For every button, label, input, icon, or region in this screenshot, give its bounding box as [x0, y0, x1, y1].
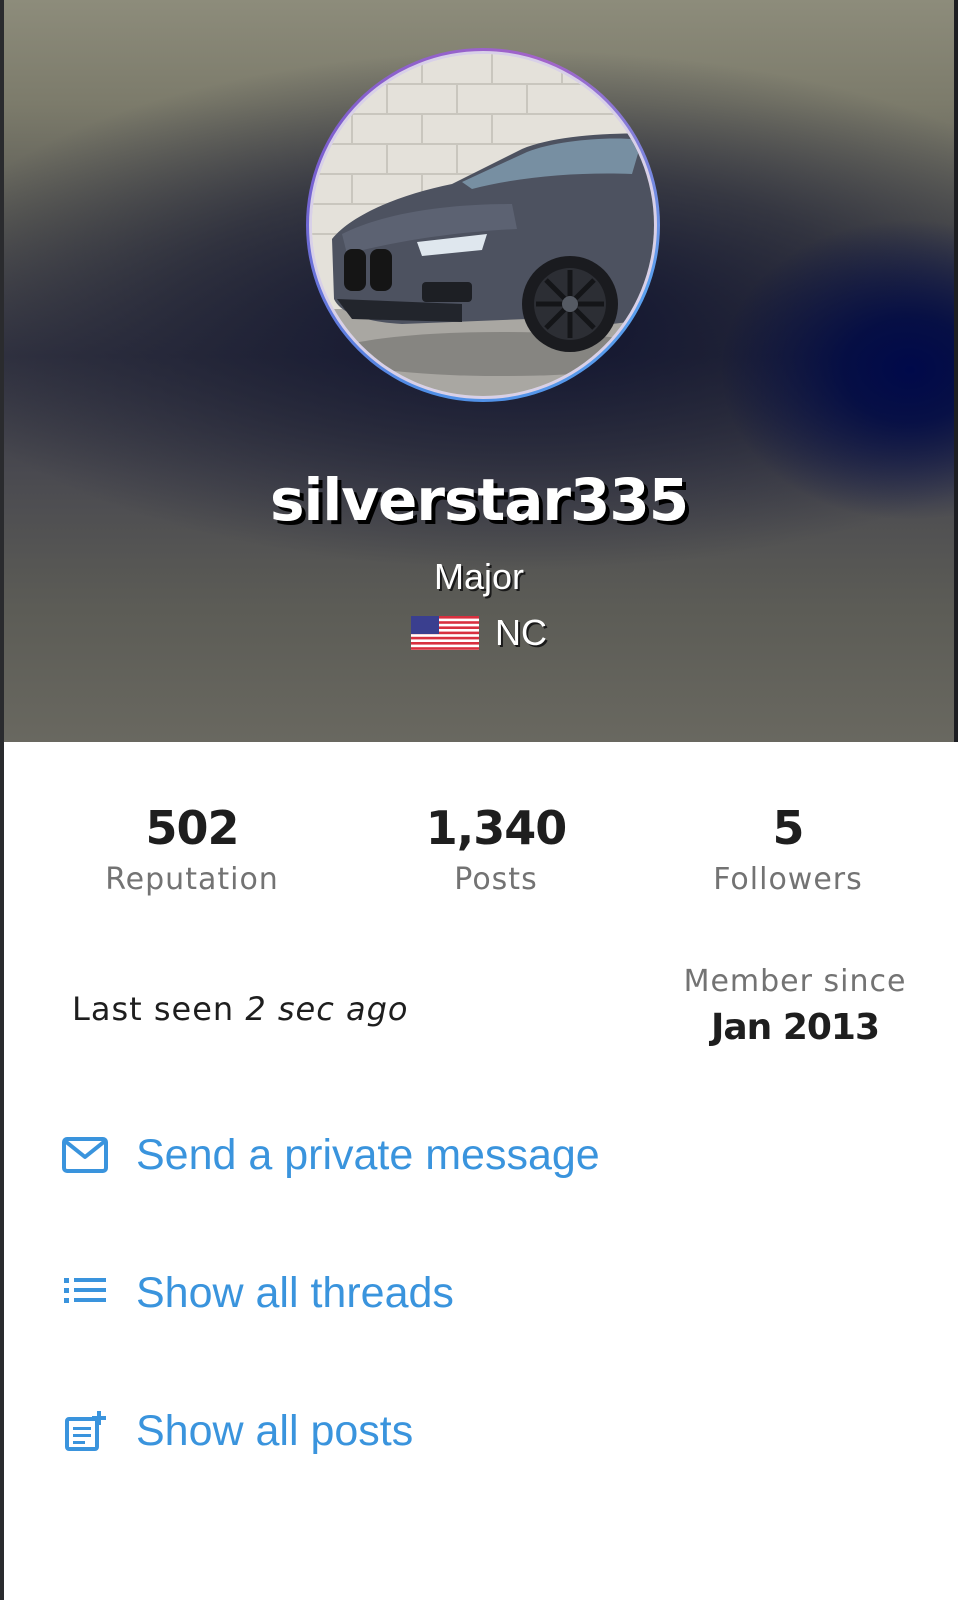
- profile-header: silverstar335 Major NC: [0, 0, 958, 742]
- send-message-label: Send a private message: [136, 1130, 600, 1179]
- show-threads-label: Show all threads: [136, 1268, 454, 1317]
- send-message-link[interactable]: Send a private message: [60, 1130, 600, 1180]
- stat-value: 502: [145, 801, 239, 855]
- stat-posts[interactable]: 1,340 Posts: [346, 800, 646, 902]
- stat-value: 1,340: [425, 801, 568, 855]
- member-since-date: Jan 2013: [710, 1007, 880, 1048]
- avatar-ring[interactable]: [306, 48, 660, 402]
- last-seen-label: Last seen: [72, 990, 235, 1028]
- car-avatar-image: [312, 54, 654, 396]
- stat-reputation[interactable]: 502 Reputation: [42, 800, 342, 902]
- profile-screen: silverstar335 Major NC 502 Reputation 1,…: [0, 0, 958, 1600]
- list-icon: [60, 1268, 110, 1318]
- stat-label: Reputation: [105, 862, 279, 897]
- location-text: NC: [495, 612, 547, 653]
- show-posts-label: Show all posts: [136, 1406, 414, 1455]
- stat-value: 5: [772, 801, 804, 855]
- posts-icon: [60, 1406, 110, 1456]
- avatar[interactable]: [309, 51, 657, 399]
- envelope-icon: [60, 1130, 110, 1180]
- member-since: Member since Jan 2013: [660, 964, 930, 1048]
- username: silverstar335: [269, 466, 689, 534]
- show-threads-link[interactable]: Show all threads: [60, 1268, 454, 1318]
- us-flag-icon: [411, 616, 479, 650]
- stat-label: Posts: [454, 862, 538, 897]
- left-edge: [0, 0, 4, 1600]
- right-edge: [954, 0, 958, 742]
- user-location: NC: [0, 612, 958, 654]
- last-seen-time: 2 sec ago: [245, 990, 409, 1028]
- stat-followers[interactable]: 5 Followers: [638, 800, 938, 902]
- stat-label: Followers: [713, 862, 863, 897]
- show-posts-link[interactable]: Show all posts: [60, 1406, 413, 1456]
- member-since-label: Member since: [683, 964, 907, 999]
- user-rank: Major: [433, 556, 525, 597]
- last-seen: Last seen 2 sec ago: [72, 990, 408, 1028]
